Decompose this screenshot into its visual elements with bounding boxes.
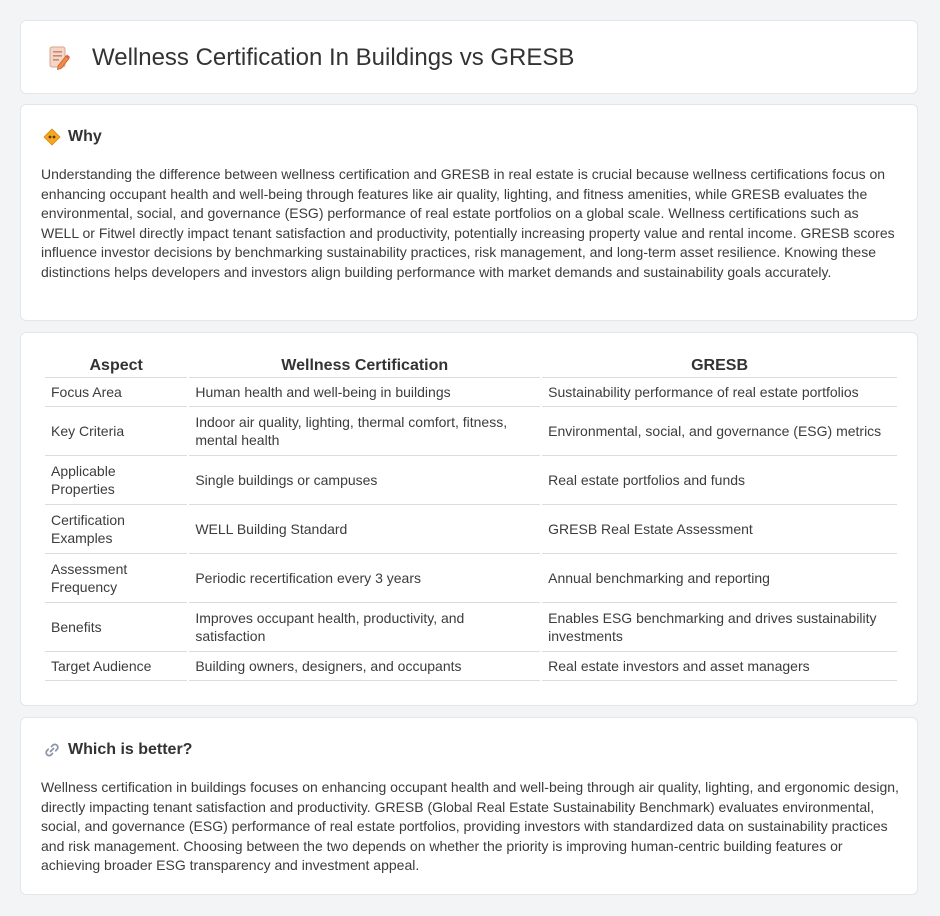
- why-section: Why Understanding the difference between…: [20, 104, 918, 321]
- wellness-cell: WELL Building Standard: [189, 505, 541, 554]
- aspect-cell: Target Audience: [45, 652, 188, 681]
- why-heading: Why: [68, 128, 102, 145]
- gresb-cell: GRESB Real Estate Assessment: [542, 505, 897, 554]
- aspect-cell: Focus Area: [45, 378, 188, 407]
- which-is-better-section: Which is better? Wellness certification …: [20, 717, 918, 895]
- table-header-row: Aspect Wellness Certification GRESB: [45, 355, 897, 378]
- aspect-cell: Key Criteria: [45, 407, 188, 456]
- wellness-cell: Improves occupant health, productivity, …: [189, 603, 541, 652]
- wellness-cell: Single buildings or campuses: [189, 456, 541, 505]
- gresb-cell: Sustainability performance of real estat…: [542, 378, 897, 407]
- gresb-cell: Real estate investors and asset managers: [542, 652, 897, 681]
- table-row: Focus Area Human health and well-being i…: [45, 378, 897, 407]
- better-heading: Which is better?: [68, 741, 193, 758]
- wellness-cell: Indoor air quality, lighting, thermal co…: [189, 407, 541, 456]
- diamond-sign-icon: [43, 128, 61, 146]
- page-title: Wellness Certification In Buildings vs G…: [92, 44, 575, 71]
- table-row: Benefits Improves occupant health, produ…: [45, 603, 897, 652]
- link-icon: [43, 741, 61, 759]
- wellness-cell: Human health and well-being in buildings: [189, 378, 541, 407]
- aspect-cell: Certification Examples: [45, 505, 188, 554]
- gresb-cell: Enables ESG benchmarking and drives sust…: [542, 603, 897, 652]
- wellness-cell: Building owners, designers, and occupant…: [189, 652, 541, 681]
- column-header-wellness: Wellness Certification: [189, 355, 541, 378]
- table-row: Assessment Frequency Periodic recertific…: [45, 554, 897, 603]
- why-heading-row: Why: [43, 127, 102, 147]
- gresb-cell: Annual benchmarking and reporting: [542, 554, 897, 603]
- gresb-cell: Environmental, social, and governance (E…: [542, 407, 897, 456]
- gresb-cell: Real estate portfolios and funds: [542, 456, 897, 505]
- table-row: Target Audience Building owners, designe…: [45, 652, 897, 681]
- column-header-aspect: Aspect: [45, 355, 188, 378]
- column-header-gresb: GRESB: [542, 355, 897, 378]
- comparison-table: Aspect Wellness Certification GRESB Focu…: [43, 355, 899, 681]
- wellness-cell: Periodic recertification every 3 years: [189, 554, 541, 603]
- table-row: Key Criteria Indoor air quality, lightin…: [45, 407, 897, 456]
- why-body: Understanding the difference between wel…: [41, 166, 895, 280]
- aspect-cell: Benefits: [45, 603, 188, 652]
- header-card: Wellness Certification In Buildings vs G…: [20, 20, 918, 94]
- comparison-section: Aspect Wellness Certification GRESB Focu…: [20, 332, 918, 706]
- table-row: Applicable Properties Single buildings o…: [45, 456, 897, 505]
- better-heading-row: Which is better?: [43, 740, 192, 760]
- better-body: Wellness certification in buildings focu…: [41, 779, 899, 873]
- aspect-cell: Assessment Frequency: [45, 554, 188, 603]
- aspect-cell: Applicable Properties: [45, 456, 188, 505]
- table-row: Certification Examples WELL Building Sta…: [45, 505, 897, 554]
- document-pencil-icon: [47, 45, 71, 71]
